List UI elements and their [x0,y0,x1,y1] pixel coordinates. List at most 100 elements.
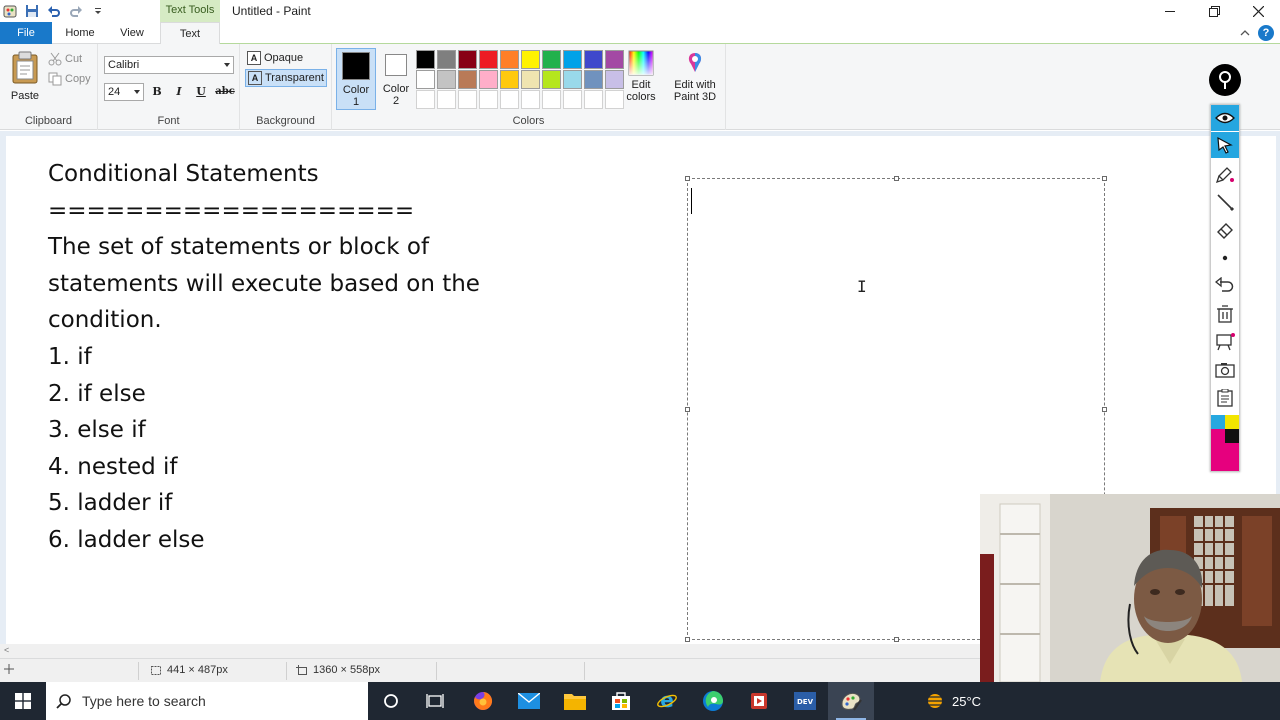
dev-cpp-icon[interactable]: DEV [782,682,828,720]
dot-icon[interactable] [1211,245,1239,271]
clipboard-icon[interactable] [1211,385,1239,411]
resize-handle-right[interactable] [1102,407,1107,412]
highlighter-icon[interactable] [1211,161,1239,187]
palette-color-swatch[interactable] [605,50,624,69]
palette-color-swatch[interactable] [500,50,519,69]
palette-color-swatch[interactable] [500,90,519,109]
resize-handle-tr[interactable] [1102,176,1107,181]
internet-explorer-icon[interactable]: e [644,682,690,720]
cut-button[interactable]: Cut [48,50,82,68]
start-button[interactable] [0,682,46,720]
firefox-icon[interactable] [460,682,506,720]
palette-color-swatch[interactable] [500,70,519,89]
palette-color-swatch[interactable] [458,50,477,69]
task-view-icon[interactable] [412,682,458,720]
palette-color-swatch[interactable] [416,50,435,69]
palette-color-swatch[interactable] [437,90,456,109]
edit-with-paint3d-button[interactable]: Edit with Paint 3D [670,50,720,103]
underline-button[interactable]: U [192,83,210,101]
palette-color-swatch[interactable] [563,90,582,109]
eraser-icon[interactable] [1211,217,1239,243]
minimize-button[interactable] [1148,0,1192,22]
restore-button[interactable] [1192,0,1236,22]
horizontal-scrollbar[interactable]: < [0,644,980,658]
palette-color-swatch[interactable] [605,70,624,89]
tab-home[interactable]: Home [56,22,104,44]
palette-color-swatch[interactable] [542,90,561,109]
annotation-pin-icon[interactable] [1209,64,1241,96]
eye-icon[interactable] [1211,105,1239,131]
palette-color-swatch[interactable] [458,90,477,109]
ibeam-cursor-icon: I [857,277,867,296]
customize-qat-icon[interactable] [90,3,106,19]
media-player-icon[interactable] [736,682,782,720]
help-icon[interactable]: ? [1258,25,1274,41]
mail-icon[interactable] [506,682,552,720]
palette-color-swatch[interactable] [542,50,561,69]
color1-button[interactable]: Color 1 [336,48,376,110]
palette-color-swatch[interactable] [584,90,603,109]
copy-button[interactable]: Copy [48,70,91,88]
color-picker-icon[interactable] [1211,415,1239,471]
cortana-icon[interactable] [368,682,414,720]
undo-icon[interactable] [1211,273,1239,299]
undo-icon[interactable] [46,3,62,19]
opaque-button[interactable]: A Opaque [245,49,327,67]
palette-color-swatch[interactable] [542,70,561,89]
palette-color-swatch[interactable] [521,50,540,69]
font-group-label: Font [157,115,180,127]
tab-file[interactable]: File [0,22,52,44]
paint-taskbar-icon[interactable] [828,682,874,720]
file-explorer-icon[interactable] [552,682,598,720]
title-bar: Text Tools Untitled - Paint [0,0,1280,22]
palette-color-swatch[interactable] [416,70,435,89]
whiteboard-icon[interactable] [1211,329,1239,355]
pointer-icon[interactable] [1211,132,1239,158]
pen-icon[interactable] [1211,189,1239,215]
paste-button[interactable]: Paste [6,50,44,102]
weather-widget[interactable]: 25°C [924,682,981,720]
save-icon[interactable] [24,3,40,19]
palette-color-swatch[interactable] [479,50,498,69]
palette-color-swatch[interactable] [584,50,603,69]
svg-text:e: e [660,690,674,712]
italic-button[interactable]: I [170,83,188,101]
palette-color-swatch[interactable] [521,90,540,109]
redo-icon[interactable] [68,3,84,19]
font-size-select[interactable]: 24 [104,83,144,101]
color2-button[interactable]: Color 2 [376,48,416,110]
camera-icon[interactable] [1211,357,1239,383]
scroll-left-icon[interactable]: < [4,645,9,655]
resize-handle-tl[interactable] [685,176,690,181]
palette-color-swatch[interactable] [563,70,582,89]
palette-color-swatch[interactable] [584,70,603,89]
edge-icon[interactable] [690,682,736,720]
trash-icon[interactable] [1211,301,1239,327]
palette-color-swatch[interactable] [416,90,435,109]
palette-color-swatch[interactable] [437,50,456,69]
resize-handle-left[interactable] [685,407,690,412]
canvas-text-block: Conditional Statements ==================… [48,156,480,559]
strikethrough-button[interactable]: abc [214,83,236,101]
palette-color-swatch[interactable] [437,70,456,89]
tab-view[interactable]: View [110,22,154,44]
palette-color-swatch[interactable] [563,50,582,69]
taskbar-search-box[interactable]: Type here to search [46,682,368,720]
collapse-ribbon-icon[interactable] [1240,27,1250,39]
font-family-select[interactable]: Calibri [104,56,234,74]
edit-colors-button[interactable]: Edit colors [624,50,658,103]
palette-color-swatch[interactable] [458,70,477,89]
tab-text[interactable]: Text [160,22,220,45]
transparent-button[interactable]: A Transparent [245,69,327,87]
resize-handle-bottom[interactable] [894,637,899,642]
resize-handle-bl[interactable] [685,637,690,642]
palette-color-swatch[interactable] [605,90,624,109]
color1-swatch [342,52,370,80]
bold-button[interactable]: B [148,83,166,101]
close-button[interactable] [1236,0,1280,22]
palette-color-swatch[interactable] [479,90,498,109]
palette-color-swatch[interactable] [521,70,540,89]
resize-handle-top[interactable] [894,176,899,181]
palette-color-swatch[interactable] [479,70,498,89]
store-icon[interactable] [598,682,644,720]
